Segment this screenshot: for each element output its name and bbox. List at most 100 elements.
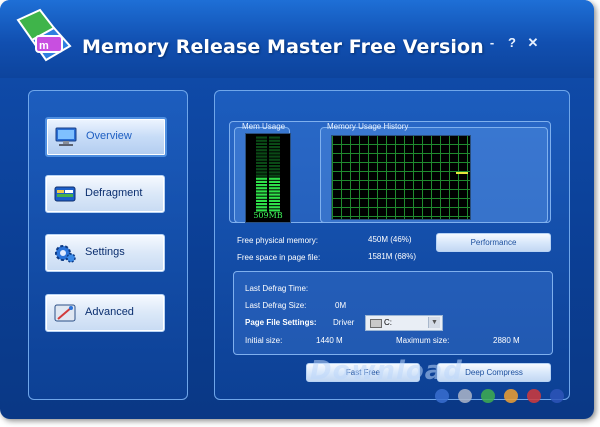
navigation-panel: Overview Defragment Settings Advanced (28, 90, 188, 400)
gear-icon (55, 245, 76, 263)
mem-bar-segment (256, 174, 267, 177)
mem-bar-segment (269, 161, 280, 164)
mem-bar-segment (269, 193, 280, 196)
maximum-size-value: 2880 M (493, 336, 520, 345)
mem-usage-bars (256, 136, 280, 212)
initial-size-label: Initial size: (245, 336, 283, 345)
mem-bar-segment (269, 139, 280, 142)
mem-bar-segment (269, 165, 280, 168)
mem-usage-value: 509MB (253, 211, 283, 220)
mem-bar-segment (269, 196, 280, 199)
watermark-dot (435, 389, 449, 403)
performance-button[interactable]: Performance (436, 233, 551, 252)
mem-bar-segment (269, 203, 280, 206)
advanced-tools-icon (54, 304, 76, 322)
nav-advanced-label: Advanced (85, 306, 134, 318)
deep-compress-button[interactable]: Deep Compress (437, 363, 551, 382)
mem-bar-segment (256, 190, 267, 193)
mem-usage-label: Mem Usage (242, 122, 286, 131)
monitor-icon (55, 127, 77, 146)
history-label: Memory Usage History (327, 122, 409, 131)
app-window: m Memory Release Master Free Version - ?… (0, 0, 594, 419)
mem-usage-gauge: 509MB (245, 133, 291, 223)
free-page-value: 1581M (68%) (368, 252, 417, 261)
mem-bar-segment (256, 203, 267, 206)
mem-bar-segment (269, 206, 280, 209)
title-bar[interactable]: m Memory Release Master Free Version - ?… (0, 0, 594, 78)
watermark-dot (550, 389, 564, 403)
free-physical-label: Free physical memory: (237, 236, 318, 245)
mem-bar-segment (269, 168, 280, 171)
last-defrag-time-label: Last Defrag Time: (245, 284, 309, 293)
free-page-label: Free space in page file: (237, 253, 321, 262)
watermark-dot (527, 389, 541, 403)
mem-bar-segment (256, 142, 267, 145)
nav-overview-button[interactable]: Overview (45, 117, 167, 157)
mem-bar-segment (269, 149, 280, 152)
mem-bar-segment (269, 187, 280, 190)
app-title: Memory Release Master Free Version (82, 36, 484, 58)
driver-select[interactable]: C: ▼ (365, 315, 443, 331)
chevron-down-icon[interactable]: ▼ (428, 317, 440, 328)
mem-bar-segment (256, 139, 267, 142)
mem-bar-segment (256, 184, 267, 187)
mem-bar-segment (269, 190, 280, 193)
mem-bar-segment (256, 165, 267, 168)
mem-bar-segment (269, 152, 280, 155)
mem-bar-segment (269, 158, 280, 161)
mem-bar-segment (256, 199, 267, 202)
nav-settings-label: Settings (85, 246, 125, 258)
mem-bar-segment (256, 206, 267, 209)
overview-panel: Mem Usage Memory Usage History 509MB Fre… (214, 90, 570, 400)
mem-bar-segment (256, 180, 267, 183)
mem-bar-segment (256, 161, 267, 164)
mem-bar-segment (256, 196, 267, 199)
watermark-dot (504, 389, 518, 403)
mem-bar-segment (269, 155, 280, 158)
mem-bar-segment (269, 199, 280, 202)
mem-bar-segment (256, 146, 267, 149)
watermark-dot (481, 389, 495, 403)
driver-label: Driver (333, 318, 355, 327)
fast-free-button[interactable]: Fast Free (306, 363, 420, 382)
mem-bar-segment (256, 171, 267, 174)
free-physical-value: 450M (46%) (368, 235, 412, 244)
svg-text:m: m (39, 40, 49, 52)
memory-history-graph (331, 135, 471, 220)
app-logo-icon: m (16, 8, 72, 62)
page-file-settings-label: Page File Settings: (245, 318, 317, 327)
mem-bar-segment (256, 152, 267, 155)
close-button[interactable]: ✕ (525, 35, 541, 51)
nav-defragment-label: Defragment (85, 187, 143, 199)
mem-bar-segment (256, 155, 267, 158)
last-defrag-size-value: 0M (335, 301, 347, 310)
nav-advanced-button[interactable]: Advanced (45, 294, 165, 332)
last-defrag-size-label: Last Defrag Size: (245, 301, 307, 310)
help-button[interactable]: ? (504, 35, 520, 51)
initial-size-value: 1440 M (316, 336, 343, 345)
drive-icon (370, 319, 382, 328)
minimize-button[interactable]: - (484, 35, 500, 51)
mem-bar-segment (269, 142, 280, 145)
nav-overview-label: Overview (86, 130, 132, 142)
watermark-dot (458, 389, 472, 403)
mem-bar-segment (269, 146, 280, 149)
mem-bar-segment (256, 177, 267, 180)
mem-bar-segment (256, 168, 267, 171)
driver-value: C: (384, 318, 392, 327)
mem-bar-segment (269, 177, 280, 180)
mem-bar-segment (256, 149, 267, 152)
mem-bar-segment (269, 174, 280, 177)
mem-bar-segment (269, 136, 280, 139)
mem-bar-segment (269, 180, 280, 183)
mem-bar-segment (256, 193, 267, 196)
mem-bar-segment (256, 187, 267, 190)
maximum-size-label: Maximum size: (396, 336, 450, 345)
mem-bar-segment (269, 184, 280, 187)
defragment-icon (54, 186, 76, 202)
history-line (456, 172, 468, 174)
nav-settings-button[interactable]: Settings (45, 234, 165, 272)
mem-bar-segment (256, 158, 267, 161)
nav-defragment-button[interactable]: Defragment (45, 175, 165, 213)
mem-bar-segment (269, 171, 280, 174)
